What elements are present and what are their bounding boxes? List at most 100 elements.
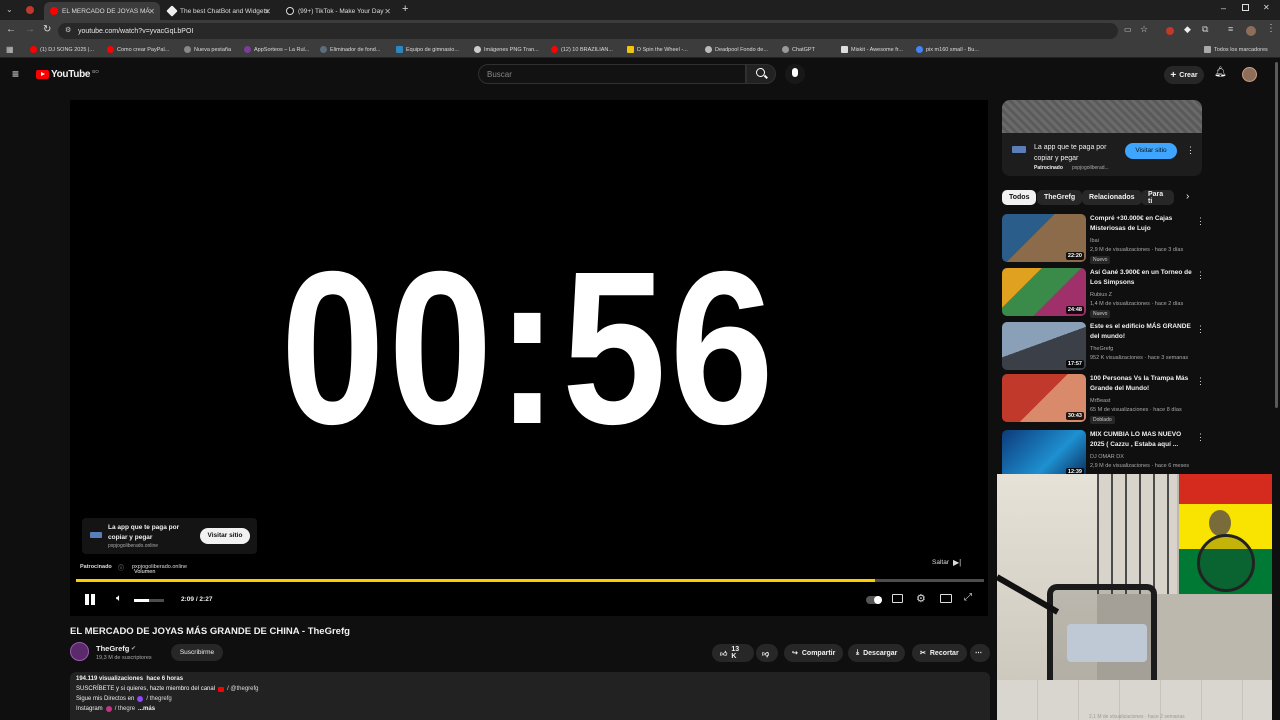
bookmark-item[interactable]: (12) 10 BRAZILIAN... <box>551 46 613 53</box>
create-button[interactable]: + Crear <box>1164 66 1204 84</box>
bookmark-item[interactable]: pix m160 small - Bu... <box>916 46 979 53</box>
chip-thegrefg[interactable]: TheGrefg <box>1037 190 1083 205</box>
progress-track[interactable] <box>76 579 984 582</box>
back-icon[interactable]: ← <box>6 24 16 35</box>
list-item[interactable]: 12:39 MIX CUMBIA LO MAS NUEVO 2025 ( Caz… <box>1002 430 1205 480</box>
skip-button[interactable]: Saltar ▶︎| <box>932 558 961 567</box>
avatar[interactable] <box>1242 67 1257 82</box>
bookmark-item[interactable]: D Spin the Wheel -... <box>627 46 688 53</box>
browser-menu-icon[interactable]: ⋮ <box>1266 23 1276 34</box>
chip-relacionados[interactable]: Relacionados <box>1082 190 1142 205</box>
video-player[interactable]: 00:56 La app que te paga por copiar y pe… <box>70 100 988 616</box>
bookmark-item[interactable]: (1) DJ SONG 2025 |... <box>30 46 94 53</box>
more-actions-button[interactable]: ⋯ <box>970 644 990 662</box>
share-button[interactable]: ↪ Compartir <box>784 644 844 662</box>
tab-youtube[interactable]: EL MERCADO DE JOYAS MÁ ✕ <box>44 2 160 20</box>
pinned-tab-icon[interactable] <box>26 6 34 14</box>
dislike-button[interactable]: 👎︎ <box>756 644 778 662</box>
subtitles-icon[interactable] <box>892 594 903 603</box>
settings-gear-icon[interactable]: ⚙ <box>916 592 926 605</box>
page-scrollbar[interactable] <box>1275 62 1278 408</box>
address-bar[interactable]: ⚙ youtube.com/watch?v=yvacGqLbPOI ▭ ☆ <box>58 23 1148 39</box>
tab-search-icon[interactable]: ⌄ <box>6 5 13 14</box>
bookmark-item[interactable]: Nueva pestaña <box>184 46 231 53</box>
video-thumbnail: 30:43 <box>1002 374 1086 422</box>
voice-search-button[interactable] <box>785 64 805 84</box>
description-box[interactable] <box>70 672 990 720</box>
list-item[interactable]: 24:48 Así Gané 3.900€ en un Torneo de Lo… <box>1002 268 1205 318</box>
more-vert-icon[interactable]: ⋮ <box>1196 324 1205 335</box>
list-item[interactable]: 22:20 Compré +30.000€ en Cajas Misterios… <box>1002 214 1205 264</box>
ad-visit-button[interactable]: Visitar sitio <box>200 528 250 544</box>
more-vert-icon[interactable]: ⋮ <box>1186 145 1195 156</box>
chip-para-ti[interactable]: Para ti <box>1141 190 1174 205</box>
bookmark-item[interactable]: Deadpool Fondo de... <box>705 46 768 53</box>
close-tab-icon[interactable]: ✕ <box>264 7 271 16</box>
autoplay-toggle[interactable] <box>866 596 882 604</box>
list-item[interactable]: 17:57 Este es el edificio MÁS GRANDE del… <box>1002 322 1205 372</box>
download-button[interactable]: ⤓ Descargar <box>848 644 906 662</box>
channel-avatar[interactable] <box>70 642 89 661</box>
bookmark-item[interactable]: ChatGPT <box>782 46 815 53</box>
show-more-link[interactable]: ...más <box>138 706 155 712</box>
close-tab-icon[interactable]: ✕ <box>148 7 155 16</box>
notifications-bell-icon[interactable]: 🔔︎ <box>1214 67 1227 78</box>
extension-icon[interactable]: ⧉ <box>1202 24 1208 35</box>
clip-button[interactable]: ✂ Recortar <box>912 644 967 662</box>
more-vert-icon[interactable]: ⋮ <box>1196 216 1205 227</box>
like-button[interactable]: 👍︎ 13 K <box>712 644 754 662</box>
channel-link[interactable]: / @thegrefg <box>227 686 258 692</box>
reload-icon[interactable]: ↻ <box>43 24 51 35</box>
extension-diamond-icon[interactable]: ◆ <box>1184 24 1191 35</box>
all-bookmarks[interactable]: Todos los marcadores <box>1204 46 1268 53</box>
tab-search-panel-icon[interactable]: ≡ <box>1228 24 1233 34</box>
more-vert-icon[interactable]: ⋮ <box>1196 432 1205 443</box>
bookmark-item[interactable]: Como crear PayPal... <box>107 46 169 53</box>
install-icon[interactable]: ▭ <box>1124 25 1132 34</box>
pause-button[interactable] <box>84 593 96 607</box>
hamburger-menu-icon[interactable]: ≡ <box>12 67 19 81</box>
tab-tiktok[interactable]: (99+) TikTok - Make Your Day ✕ <box>280 2 396 20</box>
subscribe-button[interactable]: Suscribirme <box>171 644 223 661</box>
youtube-logo[interactable]: YouTube BO <box>36 69 99 80</box>
bookmark-item[interactable]: AppSorteos – La Rul... <box>244 46 309 53</box>
video-thumbnail: 22:20 <box>1002 214 1086 262</box>
search-input[interactable]: Buscar <box>478 64 746 84</box>
close-tab-icon[interactable]: ✕ <box>384 7 391 16</box>
ad-overlay[interactable]: La app que te paga por copiar y pegar px… <box>82 518 257 554</box>
bookmark-item[interactable]: Equipo de gimnasio... <box>396 46 459 53</box>
removebg-favicon-icon <box>320 46 327 53</box>
site-info-icon[interactable]: ⚙ <box>65 26 71 34</box>
forward-icon[interactable]: → <box>25 24 35 35</box>
volume-icon[interactable]: 🔈︎ <box>116 593 122 604</box>
chip-todos[interactable]: Todos <box>1002 190 1037 205</box>
chevron-right-icon[interactable]: › <box>1186 191 1189 202</box>
sidebar-ad-visit-button[interactable]: Visitar sitio <box>1125 143 1177 159</box>
twitch-link[interactable]: / thegrefg <box>146 696 171 702</box>
profile-avatar-icon[interactable] <box>1246 26 1256 36</box>
more-vert-icon[interactable]: ⋮ <box>1196 376 1205 387</box>
theater-mode-icon[interactable] <box>940 594 952 603</box>
sidebar-ad[interactable]: La app que te paga por copiar y pegar Pa… <box>1002 100 1202 176</box>
bookmark-star-icon[interactable]: ☆ <box>1140 24 1148 35</box>
new-tab-icon[interactable]: + <box>402 3 408 15</box>
apps-grid-icon[interactable]: ▦ <box>6 45 14 54</box>
volume-slider[interactable] <box>134 599 164 602</box>
more-vert-icon[interactable]: ⋮ <box>1196 270 1205 281</box>
list-item[interactable]: 30:43 100 Personas Vs la Trampa Más Gran… <box>1002 374 1205 424</box>
maximize-icon[interactable] <box>1242 4 1249 11</box>
bookmark-item[interactable]: Eliminador de fond... <box>320 46 380 53</box>
fullscreen-icon[interactable]: ⤢ <box>964 592 972 603</box>
channel-name[interactable]: TheGrefg <box>96 644 129 653</box>
tab-chatbot[interactable]: The best ChatBot and Widgets ✕ <box>162 2 276 20</box>
sponsored-label: Patrocinado <box>80 564 112 570</box>
minimize-icon[interactable]: – <box>1221 3 1226 13</box>
instagram-link[interactable]: / thegre <box>115 706 135 712</box>
youtube-play-logo-icon <box>36 70 49 79</box>
bookmark-item[interactable]: Imágenes PNG Tran... <box>474 46 539 53</box>
search-button[interactable] <box>746 64 776 84</box>
extension-red-icon[interactable] <box>1166 27 1174 35</box>
bookmark-item[interactable]: Miskit - Awesome fr... <box>841 46 903 53</box>
close-window-icon[interactable]: ✕ <box>1263 3 1270 12</box>
info-icon[interactable]: ⓘ <box>118 563 124 572</box>
